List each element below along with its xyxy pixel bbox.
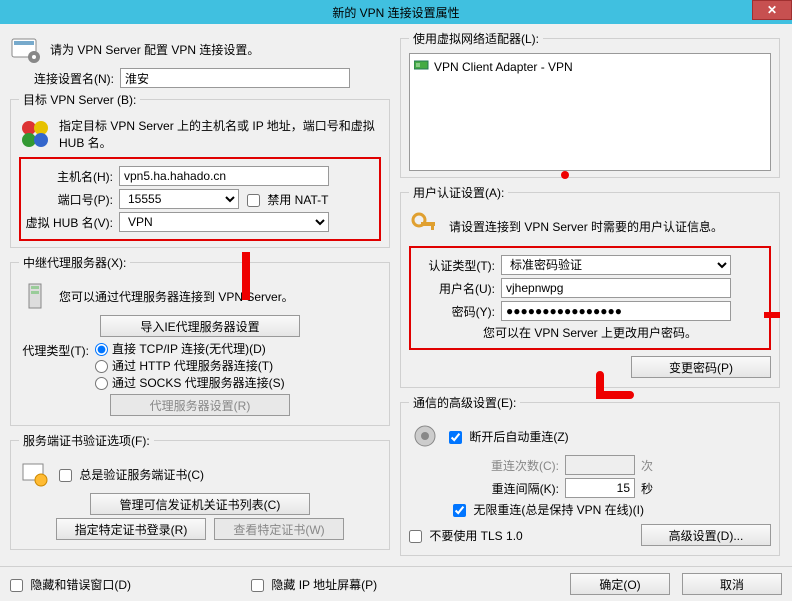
hide-ip-checkbox[interactable] [251, 579, 264, 592]
retry-count-suffix: 次 [641, 457, 653, 474]
adapter-group: 使用虚拟网络适配器(L): VPN Client Adapter - VPN [400, 30, 780, 178]
cert-icon [19, 458, 51, 490]
ssl-view-cert-button: 查看特定证书(W) [214, 518, 344, 540]
adv-more-button[interactable]: 高级设置(D)... [641, 524, 771, 546]
retry-interval-suffix: 秒 [641, 480, 653, 497]
proxy-settings-button: 代理服务器设置(R) [110, 394, 290, 416]
proxy-http-radio-wrap[interactable]: 通过 HTTP 代理服务器连接(T) [95, 359, 273, 373]
target-server-group: 目标 VPN Server (B): 指定目标 VPN Server 上的主机名… [10, 91, 390, 248]
hide-ip-wrap[interactable]: 隐藏 IP 地址屏幕(P) [251, 576, 377, 593]
proxy-icon [19, 280, 51, 312]
close-button[interactable]: ✕ [752, 0, 792, 20]
server-icon [19, 118, 51, 150]
hub-select[interactable]: VPN [119, 212, 329, 232]
proxy-direct-radio[interactable] [95, 343, 108, 356]
cancel-button[interactable]: 取消 [682, 573, 782, 595]
settings-icon [10, 33, 42, 65]
auth-legend: 用户认证设置(A): [409, 184, 508, 201]
nat-t-checkbox[interactable] [247, 194, 260, 207]
ssl-legend: 服务端证书验证选项(F): [19, 432, 154, 449]
pass-label: 密码(Y): [415, 303, 495, 320]
ssl-register-cert-button[interactable]: 指定特定证书登录(R) [56, 518, 206, 540]
key-icon [409, 210, 441, 242]
retry-count-label: 重连次数(C): [409, 457, 559, 474]
no-tls10-wrap[interactable]: 不要使用 TLS 1.0 [409, 527, 523, 544]
pass-hint: 您可以在 VPN Server 上更改用户密码。 [483, 324, 697, 341]
adapter-list-item[interactable]: VPN Client Adapter - VPN [414, 59, 766, 74]
auto-reconnect-wrap[interactable]: 断开后自动重连(Z) [449, 428, 569, 445]
target-desc: 指定目标 VPN Server 上的主机名或 IP 地址，端口号和虚拟 HUB … [59, 117, 381, 151]
port-label: 端口号(P): [25, 191, 113, 208]
nat-t-checkbox-wrap[interactable]: 禁用 NAT-T [247, 191, 328, 208]
hide-error-wrap[interactable]: 隐藏和错误窗口(D) [10, 576, 131, 593]
adv-legend: 通信的高级设置(E): [409, 394, 520, 411]
conn-name-label: 连接设置名(N): [10, 70, 114, 87]
relay-legend: 中继代理服务器(X): [19, 254, 130, 271]
no-tls10-checkbox[interactable] [409, 530, 422, 543]
user-input[interactable] [501, 278, 731, 298]
port-select[interactable]: 15555 [119, 189, 239, 209]
relay-desc: 您可以通过代理服务器连接到 VPN Server。 [59, 288, 294, 305]
auto-reconnect-checkbox[interactable] [449, 431, 462, 444]
ssl-manage-ca-button[interactable]: 管理可信发证机关证书列表(C) [90, 493, 310, 515]
ok-button[interactable]: 确定(O) [570, 573, 670, 595]
hub-label: 虚拟 HUB 名(V): [25, 214, 113, 231]
user-label: 用户名(U): [415, 280, 495, 297]
retry-count-input [565, 455, 635, 475]
titlebar: 新的 VPN 连接设置属性 ✕ [0, 0, 792, 24]
auth-group: 用户认证设置(A): 请设置连接到 VPN Server 时需要的用户认证信息。… [400, 184, 780, 388]
ssl-always-verify-checkbox[interactable] [59, 469, 72, 482]
relay-group: 中继代理服务器(X): 您可以通过代理服务器连接到 VPN Server。 导入… [10, 254, 390, 426]
window-title: 新的 VPN 连接设置属性 [332, 4, 459, 21]
gear-icon [409, 420, 441, 452]
proxy-http-radio[interactable] [95, 360, 108, 373]
ssl-group: 服务端证书验证选项(F): 总是验证服务端证书(C) 管理可信发证机关证书列表(… [10, 432, 390, 550]
hide-error-checkbox[interactable] [10, 579, 23, 592]
target-server-legend: 目标 VPN Server (B): [19, 91, 140, 108]
infinite-reconnect-checkbox[interactable] [453, 504, 466, 517]
proxy-socks-radio[interactable] [95, 377, 108, 390]
pass-input[interactable] [501, 301, 731, 321]
adv-group: 通信的高级设置(E): 断开后自动重连(Z) 重连次数(C): 次 重连间隔(K… [400, 394, 780, 556]
adapter-list[interactable]: VPN Client Adapter - VPN [409, 53, 771, 171]
conn-name-input[interactable] [120, 68, 350, 88]
retry-interval-input[interactable] [565, 478, 635, 498]
auth-desc: 请设置连接到 VPN Server 时需要的用户认证信息。 [449, 218, 723, 235]
infinite-reconnect-wrap[interactable]: 无限重连(总是保持 VPN 在线)(I) [453, 501, 644, 518]
ssl-always-verify-wrap[interactable]: 总是验证服务端证书(C) [59, 466, 204, 483]
auth-type-select[interactable]: 标准密码验证 [501, 255, 731, 275]
auth-type-label: 认证类型(T): [415, 257, 495, 274]
intro-text: 请为 VPN Server 配置 VPN 连接设置。 [50, 41, 259, 58]
host-label: 主机名(H): [25, 168, 113, 185]
proxy-socks-radio-wrap[interactable]: 通过 SOCKS 代理服务器连接(S) [95, 376, 285, 390]
host-input[interactable] [119, 166, 329, 186]
adapter-legend: 使用虚拟网络适配器(L): [409, 30, 543, 47]
retry-interval-label: 重连间隔(K): [409, 480, 559, 497]
proxy-type-label: 代理类型(T): [19, 342, 89, 359]
proxy-direct-radio-wrap[interactable]: 直接 TCP/IP 连接(无代理)(D) [95, 342, 266, 356]
nat-t-label: 禁用 NAT-T [267, 193, 328, 207]
change-pass-button[interactable]: 变更密码(P) [631, 356, 771, 378]
import-ie-button[interactable]: 导入IE代理服务器设置 [100, 315, 300, 337]
nic-icon [414, 59, 430, 74]
